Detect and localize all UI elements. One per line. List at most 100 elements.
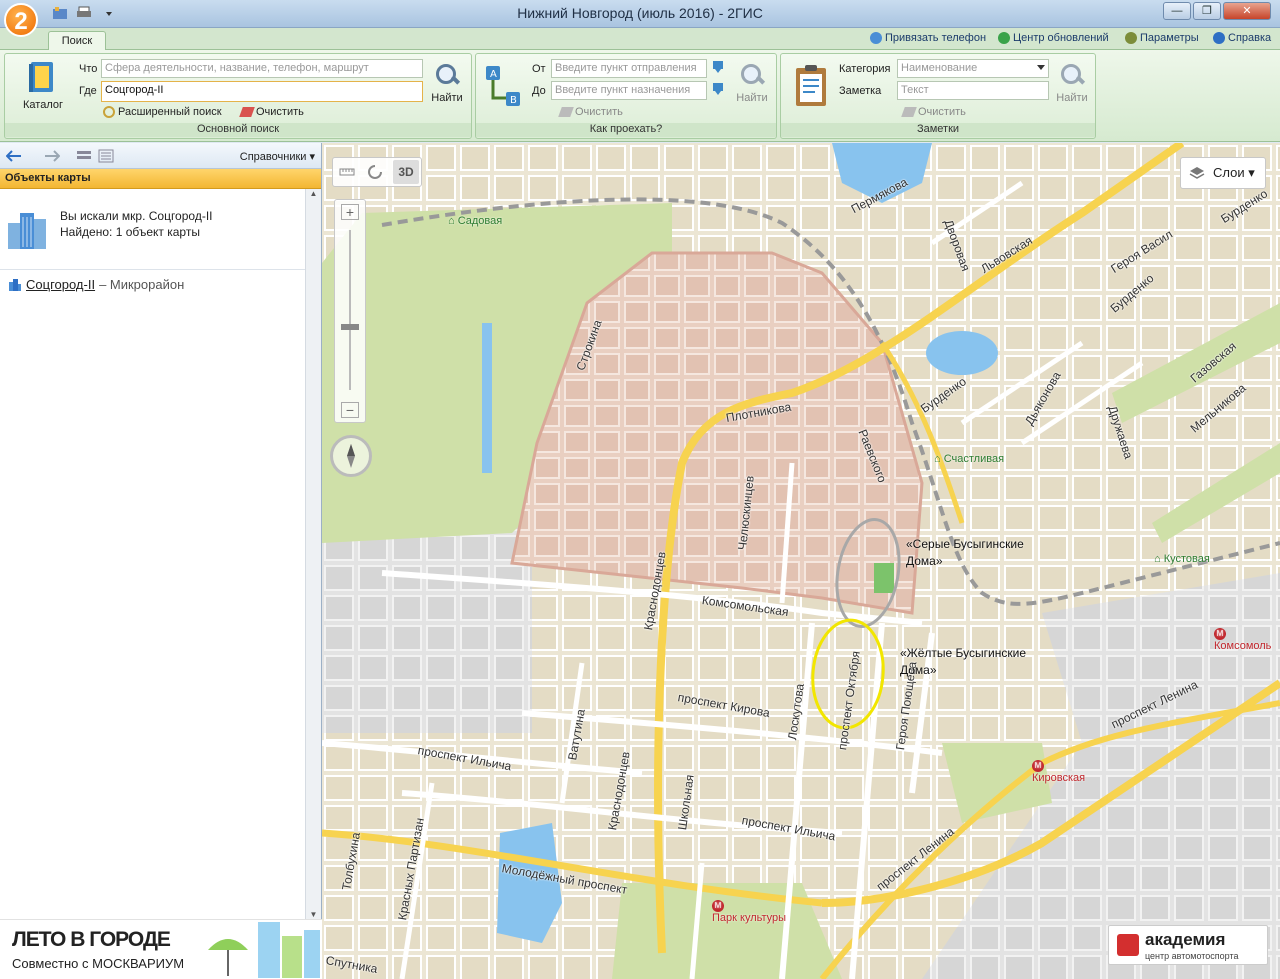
back-arrow-icon[interactable] — [6, 149, 22, 163]
annotation-grey-houses: «Серые Бусыгинские Дома» — [906, 537, 1024, 568]
detail-view-icon[interactable] — [98, 149, 114, 163]
link-update-center[interactable]: Центр обновлений — [998, 32, 1109, 44]
eraser-icon — [558, 107, 574, 117]
note-label: Заметка — [839, 85, 882, 97]
catalog-book-icon — [29, 62, 53, 92]
phone-icon — [870, 32, 882, 44]
link-bind-phone[interactable]: Привязать телефон — [870, 32, 986, 44]
rotate-icon[interactable] — [367, 164, 383, 180]
promo-illustration — [208, 922, 320, 978]
left-panel-toolbar: Справочники ▾ — [0, 143, 321, 169]
catalog-button[interactable]: Каталог — [15, 60, 71, 111]
notes-group-title: Заметки — [781, 123, 1095, 137]
ruler-icon[interactable] — [339, 166, 355, 178]
promo-title: ЛЕТО В ГОРОДЕ — [12, 928, 171, 951]
promo-subtitle: Совместно с МОСКВАРИУМ — [12, 956, 185, 971]
maximize-button[interactable]: ❐ — [1193, 2, 1221, 20]
ribbon: Каталог Что Сфера деятельности, название… — [0, 50, 1280, 142]
category-label: Категория — [839, 63, 891, 75]
where-label: Где — [79, 85, 97, 97]
from-label: От — [532, 63, 546, 75]
notes-clipboard-icon — [796, 65, 826, 106]
route-find-button[interactable]: Найти — [730, 62, 774, 104]
result-link[interactable]: Соцгород-II — [26, 277, 95, 292]
district-icon — [9, 278, 21, 291]
metro-icon: M — [1032, 760, 1044, 772]
eraser-icon — [239, 107, 255, 117]
metro-station[interactable]: M Парк культуры — [712, 899, 786, 924]
window-title: Нижний Новгород (июль 2016) - 2ГИС — [517, 5, 763, 21]
app-logo[interactable]: 2 — [4, 3, 38, 37]
layers-icon — [1189, 167, 1205, 179]
notes-find-button[interactable]: Найти — [1051, 62, 1093, 104]
link-settings[interactable]: Параметры — [1125, 32, 1199, 44]
category-select[interactable]: Наименование — [897, 59, 1049, 78]
route-ab-icon: AB — [486, 66, 520, 106]
directories-dropdown[interactable]: Справочники ▾ — [240, 150, 315, 163]
zoom-slider-track[interactable] — [349, 230, 351, 390]
zoom-control: + − — [334, 199, 366, 423]
annotation-yellow-houses: «Жёлтые Бусыгинские Дома» — [900, 646, 1026, 677]
svg-text:A: A — [490, 69, 497, 80]
metro-icon: M — [1214, 628, 1226, 640]
ad-banner[interactable]: академия центр автомотоспорта — [1108, 925, 1268, 965]
scroll-down-icon[interactable]: ▼ — [306, 910, 321, 919]
chevron-down-icon — [1037, 65, 1045, 70]
what-input[interactable]: Сфера деятельности, название, телефон, м… — [101, 59, 423, 78]
eraser-icon — [901, 107, 917, 117]
close-button[interactable]: ✕ — [1223, 2, 1271, 20]
zoom-out-button[interactable]: − — [341, 402, 359, 418]
scroll-up-icon[interactable]: ▲ — [306, 189, 321, 198]
list-view-icon[interactable] — [76, 150, 92, 162]
promo-banner[interactable]: ЛЕТО В ГОРОДЕ Совместно с МОСКВАРИУМ — [0, 919, 322, 979]
link-help[interactable]: Справка — [1213, 32, 1271, 44]
tab-search[interactable]: Поиск — [48, 31, 106, 51]
searched-text: Вы искали мкр. Соцгород-II — [60, 209, 213, 223]
advanced-search-icon — [103, 106, 115, 118]
zoom-slider-handle[interactable] — [341, 324, 359, 330]
left-panel-scrollbar[interactable]: ▲ ▼ — [305, 189, 321, 919]
help-icon — [1213, 32, 1225, 44]
route-clear-button[interactable]: Очистить — [558, 106, 623, 118]
title-bar: 2 Нижний Новгород (июль 2016) - 2ГИС — ❐… — [0, 0, 1280, 37]
found-text: Найдено: 1 объект карты — [60, 225, 200, 239]
ad-name: академия — [1145, 930, 1226, 949]
akademiya-logo-icon — [1117, 934, 1139, 956]
metro-station[interactable]: M Комсомоль — [1214, 627, 1271, 652]
buildings-icon — [8, 213, 46, 249]
group-main-search: Каталог Что Сфера деятельности, название… — [4, 53, 472, 139]
gear-icon — [1125, 32, 1137, 44]
metro-icon: M — [712, 900, 724, 912]
compass-icon[interactable] — [330, 435, 372, 477]
search-icon — [1059, 62, 1085, 88]
ad-tagline: центр автомотоспорта — [1145, 951, 1239, 961]
from-input[interactable]: Введите пункт отправления — [551, 59, 707, 78]
ribbon-tabbar: Поиск Привязать телефон Центр обновлений… — [0, 28, 1280, 51]
main-search-group-title: Основной поиск — [5, 123, 471, 137]
pin-from-icon[interactable] — [712, 60, 724, 74]
to-input[interactable]: Введите пункт назначения — [551, 81, 707, 100]
metro-station[interactable]: M Кировская — [1032, 759, 1085, 784]
list-item[interactable]: Соцгород-II – Микрорайон — [8, 277, 184, 292]
find-button[interactable]: Найти — [427, 62, 467, 104]
group-notes: Категория Наименование Заметка Текст Най… — [780, 53, 1096, 139]
3d-toggle-button[interactable]: 3D — [393, 160, 419, 184]
where-input[interactable]: Соцгород-II — [101, 81, 423, 102]
notes-clear-button[interactable]: Очистить — [901, 106, 966, 118]
pin-to-icon[interactable] — [712, 82, 724, 96]
bus-stop-label: ⌂ Счастливая — [934, 453, 1005, 465]
layers-button[interactable]: Слои ▾ — [1180, 157, 1266, 189]
map-canvas[interactable]: Пермякова Дворовая Героя Васил Бурденко … — [322, 143, 1280, 979]
note-input[interactable]: Текст — [897, 81, 1049, 100]
map-toolbar: 3D — [332, 157, 422, 187]
refresh-icon — [998, 32, 1010, 44]
result-type: – Микрорайон — [99, 277, 185, 292]
left-panel: Справочники ▾ Объекты карты Вы искали мк… — [0, 143, 322, 979]
zoom-in-button[interactable]: + — [341, 204, 359, 220]
forward-arrow-icon[interactable] — [44, 149, 60, 163]
advanced-search-button[interactable]: Расширенный поиск — [103, 106, 222, 118]
minimize-button[interactable]: — — [1163, 2, 1191, 20]
bus-stop-label: ⌂ Кустовая — [1154, 553, 1210, 565]
clear-button[interactable]: Очистить — [239, 106, 304, 118]
to-label: До — [532, 85, 546, 97]
